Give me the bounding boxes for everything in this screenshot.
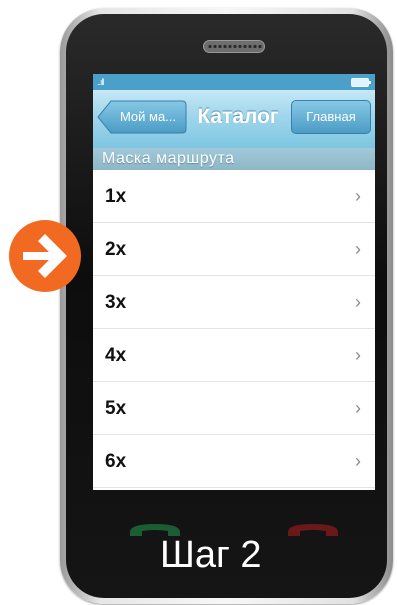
step-label: Шаг 2 <box>160 534 262 576</box>
signal-icon: ..ıll <box>97 77 104 87</box>
navigation-bar: Мой ма... Каталог Главная <box>93 90 375 149</box>
list-item-label: 6x <box>105 451 127 472</box>
list-item-label: 5x <box>105 398 127 419</box>
list-item[interactable]: 5x › <box>93 382 375 435</box>
chevron-right-icon: › <box>355 451 361 471</box>
chevron-right-icon: › <box>355 239 361 259</box>
section-header: Маска маршрута <box>93 148 375 170</box>
back-button-label: Мой ма... <box>119 109 177 124</box>
home-button[interactable]: Главная <box>291 100 371 134</box>
route-mask-list: 1x › 2x › 3x › 4x › 5x › 6x › <box>93 170 375 488</box>
chevron-right-icon: › <box>355 292 361 312</box>
list-item-label: 3x <box>105 292 127 313</box>
list-item[interactable]: 4x › <box>93 329 375 382</box>
back-button[interactable]: Мой ма... <box>97 100 187 134</box>
page-title: Каталог <box>197 105 279 128</box>
arrow-right-icon <box>9 220 81 292</box>
phone-screen: ..ıll Мой ма... Каталог Главная Маска ма… <box>93 74 375 490</box>
list-item-label: 1x <box>105 186 127 207</box>
list-item[interactable]: 2x › <box>93 223 375 276</box>
chevron-right-icon: › <box>355 186 361 206</box>
chevron-right-icon: › <box>355 398 361 418</box>
chevron-right-icon: › <box>355 345 361 365</box>
list-item[interactable]: 1x › <box>93 170 375 223</box>
list-item[interactable]: 3x › <box>93 276 375 329</box>
battery-icon <box>351 78 371 87</box>
speaker-grille <box>203 40 265 53</box>
list-item[interactable]: 6x › <box>93 435 375 488</box>
list-item-label: 2x <box>105 239 127 260</box>
status-bar: ..ıll <box>93 74 375 90</box>
list-item-label: 4x <box>105 345 127 366</box>
